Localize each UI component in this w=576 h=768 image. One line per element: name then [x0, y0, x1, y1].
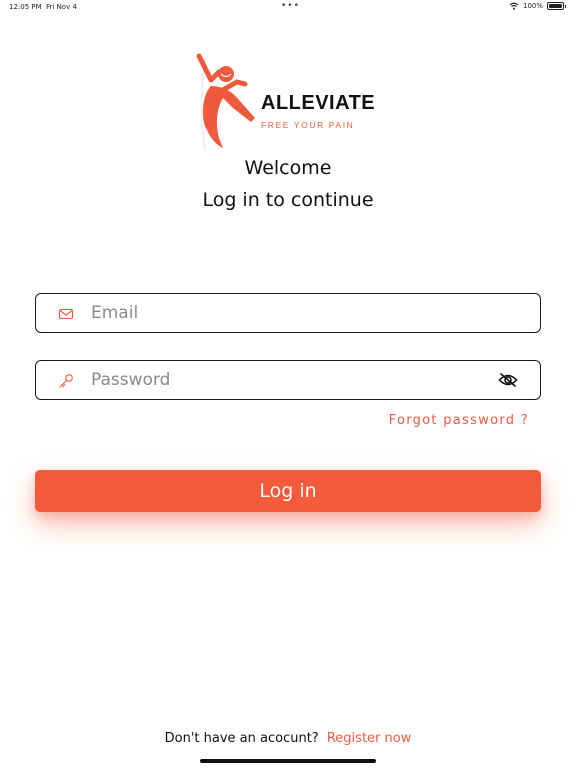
- dancing-figure-icon: [196, 53, 255, 151]
- register-footer: Don't have an acocunt? Register now: [0, 731, 576, 746]
- mail-icon: [58, 308, 74, 320]
- status-right: 100%: [509, 2, 566, 10]
- password-field[interactable]: [35, 360, 541, 400]
- login-button[interactable]: Log in: [35, 470, 541, 512]
- key-icon: [59, 374, 73, 388]
- eye-slash-icon[interactable]: [498, 372, 518, 388]
- battery-percent: 100%: [522, 2, 543, 10]
- status-time: 12:05 PM: [9, 3, 42, 11]
- wifi-icon: [509, 2, 519, 10]
- email-field[interactable]: [35, 293, 541, 333]
- logo-wordmark: ALLEVIATE: [261, 92, 376, 114]
- battery-icon: [547, 2, 564, 10]
- register-now-link[interactable]: Register now: [327, 731, 411, 746]
- welcome-heading: Welcome: [244, 157, 332, 179]
- home-indicator[interactable]: [200, 759, 376, 763]
- status-bar: 12:05 PM Fri Nov 4 ••• 100%: [0, 0, 576, 14]
- no-account-text: Don't have an acocunt?: [164, 731, 319, 746]
- battery-tip: [565, 4, 566, 8]
- email-input[interactable]: [91, 294, 481, 331]
- battery-fill: [549, 4, 562, 8]
- password-input[interactable]: [91, 361, 481, 398]
- forgot-password-link[interactable]: Forgot password ?: [389, 413, 529, 428]
- multitasking-dots[interactable]: •••: [281, 1, 300, 11]
- alleviate-logo: ALLEVIATE FREE YOUR PAIN: [193, 52, 393, 152]
- login-subtitle: Log in to continue: [202, 189, 374, 211]
- logo-tagline: FREE YOUR PAIN: [261, 120, 355, 130]
- status-date: Fri Nov 4: [46, 3, 77, 11]
